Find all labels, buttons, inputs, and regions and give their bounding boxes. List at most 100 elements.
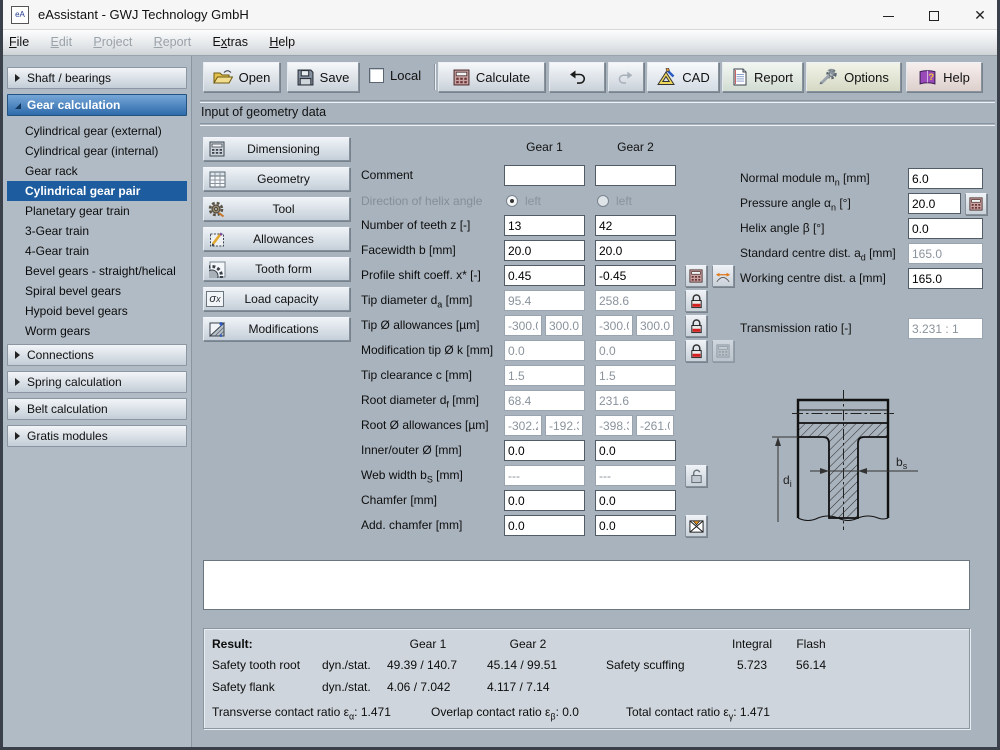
- local-checkbox[interactable]: [369, 68, 384, 83]
- results-title: Result:: [212, 637, 253, 651]
- modification-tip-calculator-button: [712, 340, 734, 362]
- safety-tooth-root-gear2-value: 45.14 / 99.51: [487, 658, 557, 672]
- helix-angle-input[interactable]: [908, 218, 983, 239]
- sidebar-item-bevel-gears[interactable]: Bevel gears - straight/helical: [7, 261, 187, 281]
- working-centre-distance-label: Working centre dist. a [mm]: [740, 268, 886, 289]
- transmission-ratio-input: [908, 318, 983, 339]
- sidebar-item-4-gear-train[interactable]: 4-Gear train: [7, 241, 187, 261]
- inner-outer-gear2-input[interactable]: [595, 440, 676, 461]
- normal-module-label: Normal module mn [mm]: [740, 168, 870, 193]
- collapsed-arrow-icon: [15, 351, 20, 359]
- sidebar-item-cylindrical-gear-pair[interactable]: Cylindrical gear pair: [7, 181, 187, 201]
- local-checkbox-row: Local: [369, 68, 421, 83]
- transmission-ratio-row: Transmission ratio [-]: [195, 318, 1000, 339]
- tip-diameter-row: Tip diameter da [mm]: [195, 290, 1000, 311]
- minimize-button[interactable]: [868, 0, 908, 30]
- pressure-angle-input[interactable]: [908, 193, 961, 214]
- add-chamfer-label: Add. chamfer [mm]: [361, 515, 462, 536]
- chamfer-gear1-input[interactable]: [504, 490, 585, 511]
- normal-module-row: Normal module mn [mm]: [195, 168, 1000, 189]
- open-button[interactable]: Open: [203, 62, 280, 92]
- chamfer-gear2-input[interactable]: [595, 490, 676, 511]
- pressure-angle-label: Pressure angle αn [°]: [740, 193, 851, 218]
- close-button[interactable]: ✕: [960, 0, 1000, 30]
- sidebar-header-gratis-modules[interactable]: Gratis modules: [7, 425, 187, 447]
- redo-button: [608, 62, 644, 92]
- calculator-icon: [453, 69, 470, 86]
- comment-textarea[interactable]: [203, 560, 970, 610]
- sidebar-header-gear-calculation[interactable]: Gear calculation: [7, 94, 187, 116]
- sidebar-item-worm-gears[interactable]: Worm gears: [7, 321, 187, 341]
- report-button[interactable]: Report: [722, 62, 803, 92]
- inner-outer-label: Inner/outer Ø [mm]: [361, 440, 462, 461]
- standard-centre-distance-row: Standard centre dist. ad [mm]: [195, 243, 1000, 264]
- normal-module-input[interactable]: [908, 168, 983, 189]
- help-button[interactable]: ? Help: [906, 62, 982, 92]
- gear1-column-header: Gear 1: [504, 140, 585, 154]
- web-width-gear2-input: [595, 465, 676, 486]
- web-width-gear1-input: [504, 465, 585, 486]
- tip-clearance-gear2-input: [595, 365, 676, 386]
- undo-button[interactable]: [549, 62, 605, 92]
- sidebar-header-belt-calculation[interactable]: Belt calculation: [7, 398, 187, 420]
- collapsed-arrow-icon: [15, 405, 20, 413]
- safety-flank-gear2-value: 4.117 / 7.14: [487, 680, 550, 694]
- toolbar-separator: [434, 64, 436, 90]
- svg-text:bs: bs: [896, 455, 908, 471]
- app-window: eA eAssistant - GWJ Technology GmbH ✕ Fi…: [0, 0, 1000, 750]
- tip-clearance-gear1-input: [504, 365, 585, 386]
- safety-flank-mode: dyn./stat.: [322, 680, 371, 694]
- results-flash-header: Flash: [781, 637, 841, 651]
- safety-scuffing-flash-value: 56.14: [781, 658, 841, 672]
- web-width-unlock-button[interactable]: [685, 465, 707, 487]
- inner-outer-gear1-input[interactable]: [504, 440, 585, 461]
- add-chamfer-icon-button[interactable]: [685, 515, 707, 537]
- app-icon: eA: [11, 6, 29, 24]
- cad-button[interactable]: CAD: [647, 62, 719, 92]
- sidebar-item-spiral-bevel-gears[interactable]: Spiral bevel gears: [7, 281, 187, 301]
- add-chamfer-gear1-input[interactable]: [504, 515, 585, 536]
- sidebar-item-planetary-gear-train[interactable]: Planetary gear train: [7, 201, 187, 221]
- svg-text:di: di: [783, 473, 792, 489]
- sidebar-item-gear-rack[interactable]: Gear rack: [7, 161, 187, 181]
- sidebar-item-cylindrical-gear-external[interactable]: Cylindrical gear (external): [7, 121, 187, 141]
- sidebar-header-connections[interactable]: Connections: [7, 344, 187, 366]
- working-centre-distance-input[interactable]: [908, 268, 983, 289]
- results-gear2-header: Gear 2: [493, 637, 563, 651]
- menu-report: Report: [145, 30, 201, 55]
- sidebar-item-hypoid-bevel-gears[interactable]: Hypoid bevel gears: [7, 301, 187, 321]
- dimensioning-button[interactable]: Dimensioning: [203, 137, 350, 161]
- tip-diameter-lock-button[interactable]: [685, 290, 707, 312]
- safety-scuffing-label: Safety scuffing: [606, 658, 685, 672]
- maximize-button[interactable]: [914, 0, 954, 30]
- sidebar-header-spring-calculation[interactable]: Spring calculation: [7, 371, 187, 393]
- sidebar-header-shaft-bearings[interactable]: Shaft / bearings: [7, 67, 187, 89]
- sidebar-item-cylindrical-gear-internal[interactable]: Cylindrical gear (internal): [7, 141, 187, 161]
- calculate-button[interactable]: Calculate: [438, 62, 545, 92]
- root-diameter-gear1-input: [504, 390, 585, 411]
- pressure-angle-calculator-button[interactable]: [965, 193, 987, 215]
- total-contact-ratio: Total contact ratio εγ: 1.471: [626, 705, 770, 721]
- helix-angle-row: Helix angle β [°]: [195, 218, 1000, 239]
- save-button[interactable]: Save: [287, 62, 359, 92]
- safety-flank-label: Safety flank: [212, 680, 275, 694]
- cad-ruler-pencil-icon: [656, 68, 676, 86]
- modification-tip-gear2-input: [595, 340, 676, 361]
- collapsed-arrow-icon: [15, 432, 20, 440]
- options-button[interactable]: Options: [806, 62, 901, 92]
- root-diameter-label: Root diameter df [mm]: [361, 390, 479, 415]
- modification-tip-lock-button[interactable]: [685, 340, 707, 362]
- pressure-angle-row: Pressure angle αn [°]: [195, 193, 1000, 214]
- separator-line: [200, 123, 995, 126]
- web-width-label: Web width bS [mm]: [361, 465, 463, 490]
- sidebar: Shaft / bearings Gear calculation Cylind…: [3, 56, 192, 747]
- menu-project: Project: [84, 30, 141, 55]
- menu-extras[interactable]: Extras: [204, 30, 257, 55]
- menu-file[interactable]: File: [0, 30, 38, 55]
- add-chamfer-gear2-input[interactable]: [595, 515, 676, 536]
- sidebar-item-3-gear-train[interactable]: 3-Gear train: [7, 221, 187, 241]
- menu-help[interactable]: Help: [260, 30, 304, 55]
- undo-icon: [567, 69, 587, 85]
- root-allowance-gear1-lower-input: [504, 415, 542, 436]
- menu-edit: Edit: [42, 30, 82, 55]
